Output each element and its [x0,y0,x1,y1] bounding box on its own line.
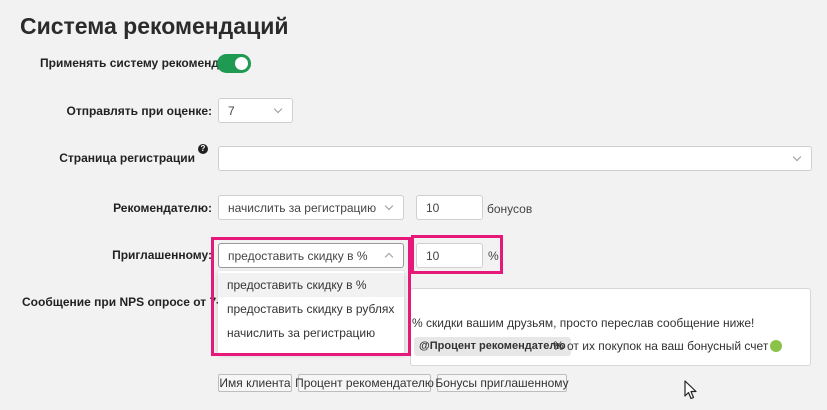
tag-button-client-name[interactable]: Имя клиента [218,374,292,392]
chevron-down-icon [792,152,802,161]
mouse-cursor-icon [684,380,697,400]
message-line-2: % от их покупок на ваш бонусный счет [553,338,783,354]
reg-page-label: Страница регистрации [59,151,195,165]
recommender-unit: бонусов [487,202,533,216]
tag-button-invited-bonuses[interactable]: Бонусы приглашенному [435,374,569,392]
recommender-label: Рекомендателю: [113,201,212,215]
send-rating-value: 7 [228,103,235,118]
tag-button-recommender-percent[interactable]: Процент рекомендателю [295,374,434,392]
send-rating-select[interactable]: 7 [218,98,293,123]
smiling-face-icon [770,340,783,352]
page-title: Система рекомендаций [20,13,289,39]
highlight-frame-amount [411,235,503,274]
variable-chip-recommender-percent: @Процент рекомендателю [414,337,571,356]
apply-label: Применять систему рекомендаций: [40,56,252,70]
recommender-select-value: начислить за регистрацию [228,200,377,215]
chevron-down-icon [384,201,394,210]
message-line-1: % скидки вашим друзьям, просто переслав … [412,316,755,330]
toggle-knob [235,57,248,70]
send-label: Отправлять при оценке: [66,104,213,118]
chevron-down-icon [273,104,283,113]
recommender-amount-value: 10 [426,200,440,215]
recommender-select[interactable]: начислить за регистрацию [218,195,404,220]
recommender-amount-input[interactable]: 10 [416,195,483,220]
highlight-frame-select [211,237,411,356]
help-icon[interactable]: ? [198,144,208,154]
reg-page-select[interactable] [218,146,812,171]
apply-toggle[interactable] [217,54,251,73]
nps-message-label: Сообщение при NPS опросе от 7-10: [22,295,238,309]
invited-label: Приглашенному: [112,248,212,262]
message-line-2-text: % от их покупок на ваш бонусный счет [553,339,769,353]
